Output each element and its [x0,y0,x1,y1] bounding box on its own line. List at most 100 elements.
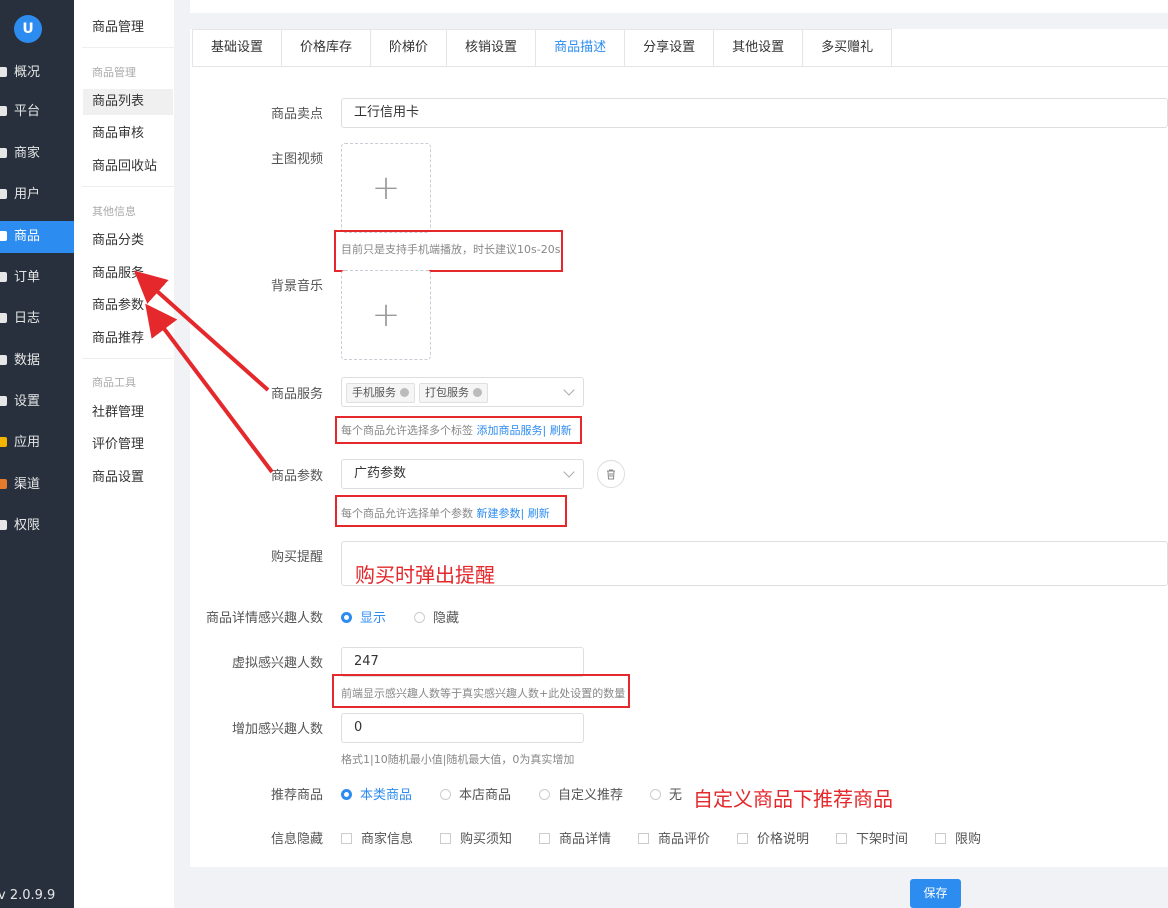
radio-dot [414,612,425,623]
tag-close-icon[interactable] [473,388,482,397]
tab-description[interactable]: 商品描述 [535,29,626,66]
virtual-input[interactable]: 247 [341,647,584,677]
recommend-store-radio[interactable]: 本店商品 [440,784,511,803]
annotation-box [335,416,582,444]
tab-verification[interactable]: 核销设置 [446,29,537,66]
menu-item-goods-review[interactable]: 商品审核 [83,121,173,147]
hide-label: 信息隐藏 [270,832,323,847]
hide-detail-checkbox[interactable]: 商品详情 [539,828,611,847]
hide-review-checkbox[interactable]: 商品评价 [638,828,710,847]
rail-item-goods[interactable]: 商品 [0,221,74,253]
trash-icon [607,469,615,480]
music-upload[interactable]: + [341,270,431,360]
sub-menu-title: 商品管理 [92,20,145,35]
menu-item-params[interactable]: 商品参数 [83,293,173,319]
interest-show-radio[interactable]: 显示 [341,607,386,626]
log-icon [0,313,7,323]
annotation-text: 自定义商品下推荐商品 [693,787,893,811]
menu-item-goods-settings[interactable]: 商品设置 [83,465,173,491]
rail-item-data[interactable]: 数据 [0,345,74,377]
recommend-label: 推荐商品 [270,788,323,803]
hide-notice-checkbox[interactable]: 购买须知 [440,828,512,847]
rail-item-channel[interactable]: 渠道 [0,469,74,501]
menu-item-reviews[interactable]: 评价管理 [83,432,173,458]
video-label: 主图视频 [270,152,323,167]
menu-item-goods-list[interactable]: 商品列表 [83,89,173,115]
chevron-down-icon [563,384,575,396]
rail-item-overview[interactable]: 概况 [0,57,74,89]
version-label: v 2.0.9.9 [0,888,56,903]
service-label: 商品服务 [270,387,323,402]
radio-dot [539,789,550,800]
service-tag: 打包服务 [419,383,488,403]
menu-item-recycle-bin[interactable]: 商品回收站 [83,154,173,180]
radio-dot [341,789,352,800]
rail-item-platform[interactable]: 平台 [0,96,74,128]
remind-label: 购买提醒 [270,550,323,565]
rail-item-apps[interactable]: 应用 [0,427,74,459]
hide-merchant-checkbox[interactable]: 商家信息 [341,828,413,847]
menu-item-recommend[interactable]: 商品推荐 [83,326,173,352]
virtual-label: 虚拟感兴趣人数 [231,656,323,671]
tab-bar: 基础设置 价格库存 阶梯价 核销设置 商品描述 分享设置 其他设置 多买赠礼 [192,29,1168,67]
rail-item-user[interactable]: 用户 [0,179,74,211]
menu-item-category[interactable]: 商品分类 [83,228,173,254]
rail-item-merchant[interactable]: 商家 [0,138,74,170]
hide-offline-time-checkbox[interactable]: 下架时间 [836,828,908,847]
top-panel [190,0,1168,13]
goods-icon [0,231,7,241]
add-interest-hint: 格式1|10随机最小值|随机最大值，0为真实增加 [341,753,575,766]
radio-dot [341,612,352,623]
param-label: 商品参数 [270,469,323,484]
cube-icon [0,479,7,489]
delete-param-button[interactable] [597,460,625,488]
tab-multi-gift[interactable]: 多买赠礼 [802,29,893,66]
app-logo: U [14,15,42,43]
plus-icon: + [371,295,401,335]
rail-item-permission[interactable]: 权限 [0,510,74,542]
chevron-down-icon [563,466,575,478]
hide-price-note-checkbox[interactable]: 价格说明 [737,828,809,847]
plus-icon: + [371,168,401,208]
platform-icon [0,106,7,116]
gear-icon [0,396,7,406]
checkbox-box [737,833,748,844]
tab-other[interactable]: 其他设置 [713,29,804,66]
tag-close-icon[interactable] [400,388,409,397]
sub-menu: 商品管理 商品管理 商品列表 商品审核 商品回收站 其他信息 商品分类 商品服务… [74,0,238,908]
checkbox-box [539,833,550,844]
selling-point-input[interactable]: 工行信用卡 [341,98,1168,128]
tab-share[interactable]: 分享设置 [624,29,715,66]
menu-group-title: 其他信息 [92,205,136,218]
add-interest-input[interactable]: 0 [341,713,584,743]
hide-limit-checkbox[interactable]: 限购 [935,828,981,847]
param-select[interactable]: 广药参数 [341,459,584,489]
store-icon [0,148,7,158]
recommend-custom-radio[interactable]: 自定义推荐 [539,784,623,803]
tab-tier-price[interactable]: 阶梯价 [370,29,448,66]
recommend-none-radio[interactable]: 无 [650,784,682,803]
form-card: 基础设置 价格库存 阶梯价 核销设置 商品描述 分享设置 其他设置 多买赠礼 [190,29,1168,867]
rail-item-order[interactable]: 订单 [0,262,74,294]
menu-group-title: 商品工具 [92,376,136,389]
tab-basic[interactable]: 基础设置 [192,29,283,66]
radio-dot [650,789,661,800]
annotation-box [335,495,567,527]
annotation-text: 购买时弹出提醒 [355,563,495,587]
checkbox-box [935,833,946,844]
service-select[interactable]: 手机服务 打包服务 [341,377,584,407]
annotation-box [332,674,630,708]
interest-hide-radio[interactable]: 隐藏 [414,607,459,626]
menu-item-community[interactable]: 社群管理 [83,400,173,426]
video-upload[interactable]: + [341,143,431,233]
rail-item-settings[interactable]: 设置 [0,386,74,418]
chart-icon [0,355,7,365]
user-icon [0,189,7,199]
rail-item-log[interactable]: 日志 [0,303,74,335]
selling-point-label: 商品卖点 [270,107,323,122]
recommend-category-radio[interactable]: 本类商品 [341,784,412,803]
tab-price-stock[interactable]: 价格库存 [281,29,372,66]
menu-item-service[interactable]: 商品服务 [83,261,173,287]
save-button[interactable]: 保存 [910,879,961,908]
interest-label: 商品详情感兴趣人数 [205,611,323,626]
